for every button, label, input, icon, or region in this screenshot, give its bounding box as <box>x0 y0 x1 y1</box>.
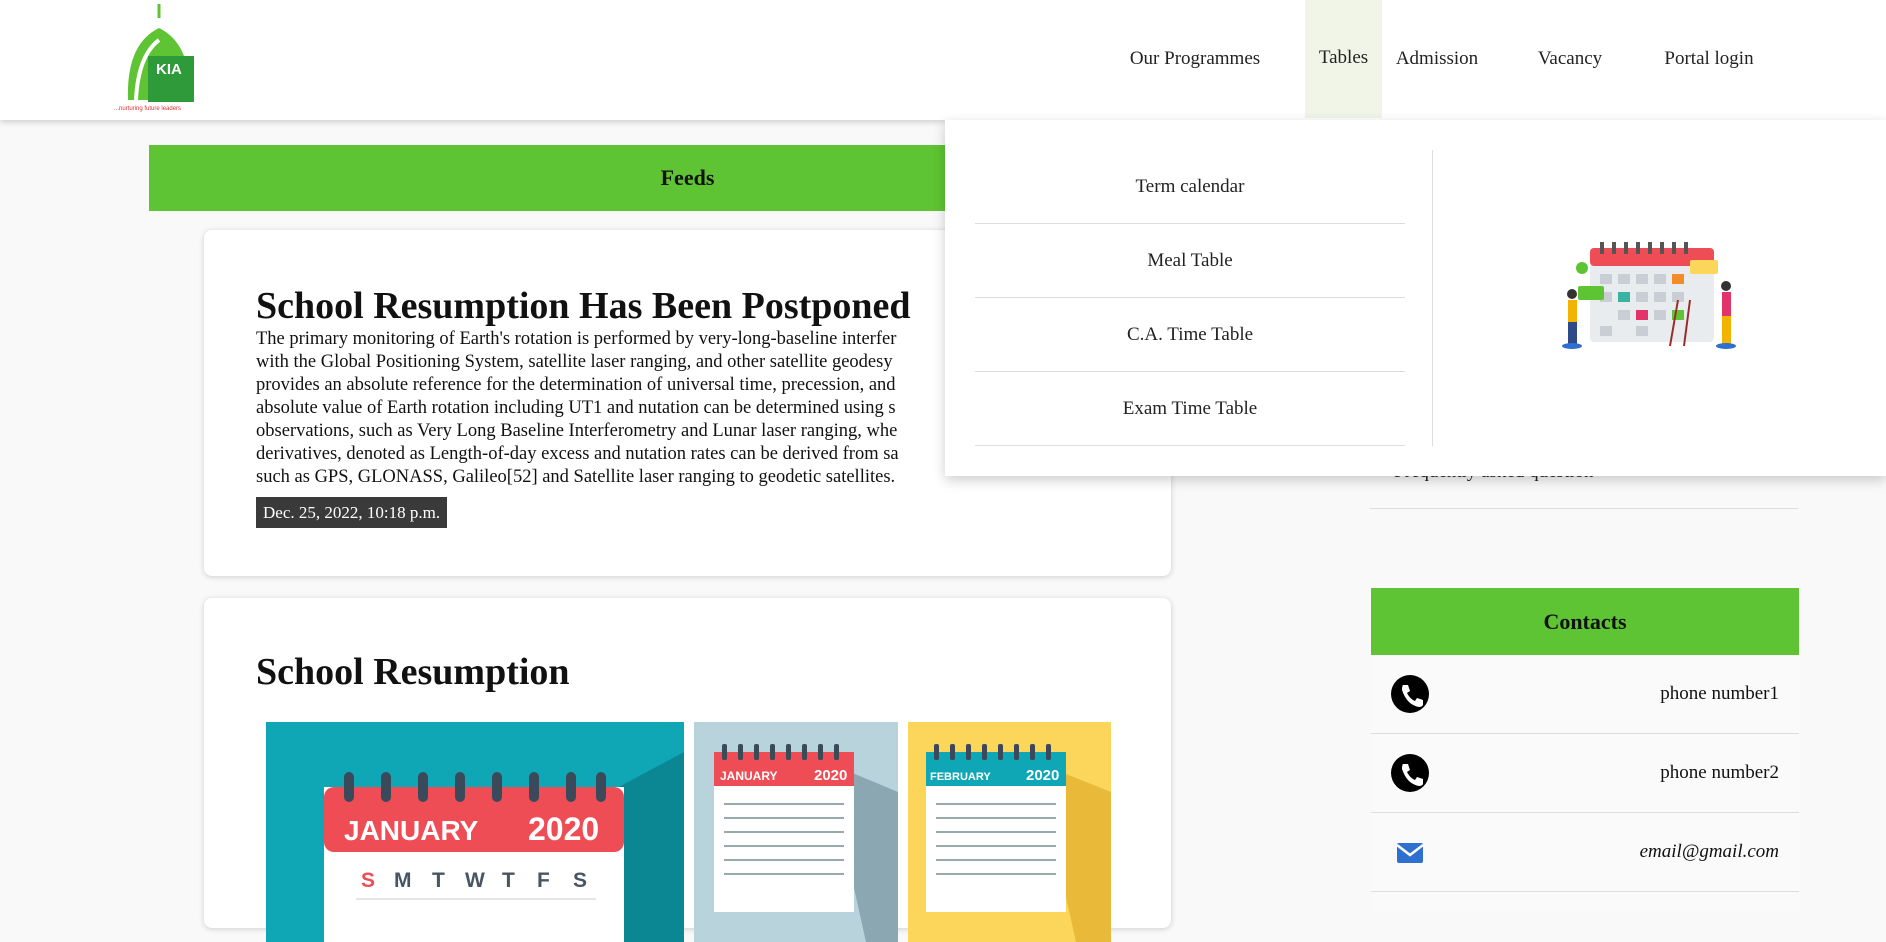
nav-label: Portal login <box>1664 48 1754 69</box>
site-logo[interactable]: KIA ...nurturing future leaders <box>108 4 198 112</box>
dropdown-item-exam-time-table[interactable]: Exam Time Table <box>975 372 1405 446</box>
phone-icon <box>1391 675 1429 713</box>
contact-row-phone2[interactable]: phone number2 <box>1371 734 1799 813</box>
contact-row-partial <box>1371 892 1799 912</box>
dropdown-item-ca-time-table[interactable]: C.A. Time Table <box>975 298 1405 372</box>
nav-vacancy[interactable]: Vacancy <box>1534 0 1606 118</box>
nav-label: Tables <box>1318 47 1369 68</box>
contact-row-email[interactable]: email@gmail.com <box>1371 813 1799 892</box>
svg-text:2020: 2020 <box>1026 767 1059 784</box>
dropdown-item-meal-table[interactable]: Meal Table <box>975 224 1405 298</box>
dropdown-item-term-calendar[interactable]: Term calendar <box>975 150 1405 224</box>
nav-label: Admission <box>1395 48 1479 69</box>
svg-text:T: T <box>502 869 515 892</box>
svg-text:S: S <box>361 869 375 892</box>
nav-tables[interactable]: Tables <box>1305 0 1382 118</box>
nav-our-programmes[interactable]: Our Programmes <box>1117 0 1273 118</box>
post-date-badge: Dec. 25, 2022, 10:18 p.m. <box>256 497 448 528</box>
calendar-month: JANUARY <box>344 815 479 846</box>
svg-text:F: F <box>537 869 550 892</box>
contact-row-phone1[interactable]: phone number1 <box>1371 655 1799 734</box>
contact-text: email@gmail.com <box>1639 841 1779 862</box>
svg-text:FEBRUARY: FEBRUARY <box>930 771 991 783</box>
post-title[interactable]: School Resumption Has Been Postponed <box>256 284 911 328</box>
svg-text:S: S <box>573 869 587 892</box>
mail-icon <box>1396 843 1424 863</box>
svg-text:T: T <box>432 869 445 892</box>
contact-text: phone number2 <box>1660 762 1779 783</box>
feed-post[interactable]: School Resumption JANUARY 2020 S M T W T… <box>204 598 1171 942</box>
svg-text:JANUARY: JANUARY <box>720 769 778 783</box>
post-title[interactable]: School Resumption <box>256 650 570 694</box>
site-header: KIA ...nurturing future leaders Our Prog… <box>0 0 1886 120</box>
calendar-illustration-icon <box>1562 242 1736 349</box>
svg-text:KIA: KIA <box>156 61 182 78</box>
tables-dropdown-menu: Term calendar Meal Table C.A. Time Table… <box>945 120 1886 476</box>
nav-admission[interactable]: Admission <box>1389 0 1485 118</box>
nav-label: Our Programmes <box>1129 48 1261 69</box>
svg-text:2020: 2020 <box>814 767 847 784</box>
contact-text: phone number1 <box>1660 683 1779 704</box>
calendar-year: 2020 <box>528 811 599 847</box>
svg-text:...nurturing future leaders: ...nurturing future leaders <box>114 106 181 112</box>
dropdown-divider <box>1432 150 1433 446</box>
kia-logo-dome-icon: KIA ...nurturing future leaders <box>114 4 194 112</box>
nav-portal-login[interactable]: Portal login <box>1659 0 1759 118</box>
calendars-image: JANUARY 2020 S M T W T F S JANUARY 2020 <box>266 722 1111 942</box>
contacts-header: Contacts <box>1371 588 1799 655</box>
svg-text:W: W <box>465 869 485 892</box>
phone-icon <box>1391 754 1429 792</box>
svg-text:M: M <box>394 869 412 892</box>
nav-label: Vacancy <box>1537 48 1603 69</box>
